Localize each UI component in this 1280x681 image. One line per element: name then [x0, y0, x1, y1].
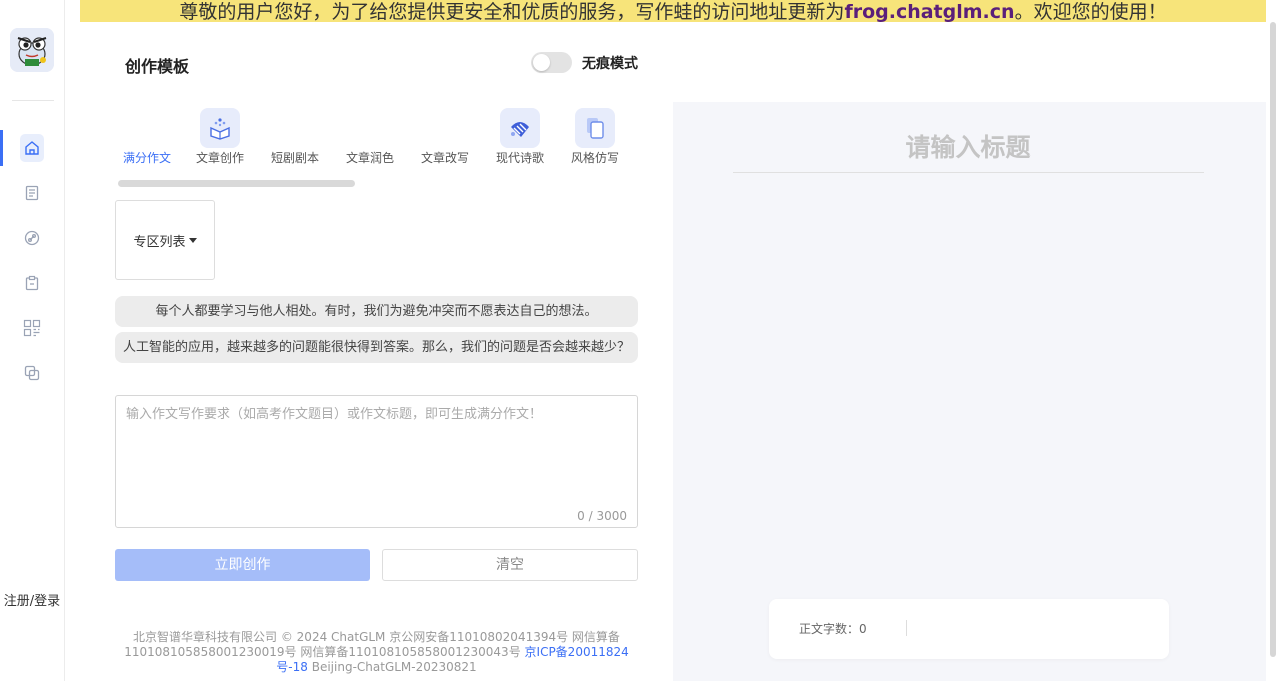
document-title-input[interactable]: 请输入标题 — [733, 128, 1203, 164]
home-icon — [20, 134, 44, 162]
copy-icon — [21, 362, 43, 384]
notice-domain-link[interactable]: frog.chatglm.cn — [844, 1, 1014, 22]
sidebar-item-home[interactable] — [0, 130, 64, 166]
zone-list-dropdown[interactable]: 专区列表 — [115, 200, 215, 280]
tab-label: 文章创作 — [195, 151, 244, 165]
tab-label: 文章润色 — [345, 151, 394, 165]
tab-label: 现代诗歌 — [495, 151, 544, 165]
document-list-icon — [21, 182, 43, 204]
clipboard-icon — [21, 272, 43, 294]
notice-banner: 尊敬的用户您好，为了给您提供更安全和优质的服务，写作蛙的访问地址更新为frog.… — [80, 0, 1266, 22]
footer: 北京智谱华章科技有限公司 © 2024 ChatGLM 京公网安备1101080… — [115, 630, 638, 675]
tabs-scrollbar[interactable] — [118, 180, 355, 187]
char-counter: 0 / 3000 — [577, 509, 627, 523]
suggestion-chip[interactable]: 每个人都要学习与他人相处。有时，我们为避免冲突而不愿表达自己的想法。 — [115, 296, 638, 327]
sidebar-item-links[interactable] — [0, 220, 64, 256]
tab-label: 风格仿写 — [570, 151, 619, 165]
prompt-input[interactable] — [116, 396, 637, 527]
tab-short-drama-script[interactable]: 短剧剧本 — [260, 105, 330, 167]
frog-logo-icon — [10, 28, 54, 72]
grid-apps-icon — [21, 317, 43, 339]
page-scrollbar[interactable] — [1270, 22, 1276, 657]
incognito-toggle-group: 无痕模式 — [531, 52, 638, 73]
copy-pages-icon — [575, 108, 615, 148]
prompt-editor: 0 / 3000 — [115, 395, 638, 528]
word-count-label: 正文字数：0 — [799, 622, 867, 636]
tab-modern-poetry[interactable]: 现代诗歌 — [485, 105, 555, 167]
caret-down-icon — [188, 237, 197, 243]
login-link[interactable]: 注册/登录 — [0, 590, 64, 609]
tab-label: 满分作文 — [122, 151, 171, 165]
page-title: 创作模板 — [125, 57, 190, 76]
stat-divider — [906, 620, 907, 636]
tab-style-imitation[interactable]: 风格仿写 — [560, 105, 630, 167]
sidebar-divider — [12, 100, 54, 101]
incognito-toggle[interactable] — [531, 52, 572, 73]
word-count-card: 正文字数：0 — [769, 599, 1169, 659]
brush-icon — [500, 108, 540, 148]
tab-essay[interactable]: 满分作文 — [112, 105, 182, 167]
tab-label: 短剧剧本 — [270, 151, 319, 165]
clear-button[interactable]: 清空 — [382, 549, 638, 581]
book-sparkle-icon — [200, 108, 240, 148]
document-panel: 请输入标题 正文字数：0 — [673, 102, 1266, 681]
incognito-label: 无痕模式 — [582, 55, 638, 72]
title-divider — [733, 172, 1204, 173]
sidebar-item-documents[interactable] — [0, 175, 64, 211]
template-tabs: 满分作文 文章创作 短剧剧本 文章润色 文章改写 现代诗歌 风格仿写 — [112, 105, 632, 167]
sidebar-item-copy[interactable] — [0, 355, 64, 391]
app-root: 注册/登录 尊敬的用户您好，为了给您提供更安全和优质的服务，写作蛙的访问地址更新… — [0, 0, 1280, 681]
suggestion-chip[interactable]: 人工智能的应用，越来越多的问题能很快得到答案。那么，我们的问题是否会越来越少？ — [115, 332, 638, 363]
sidebar: 注册/登录 — [0, 0, 65, 681]
frog-logo[interactable] — [10, 28, 54, 72]
tab-article-rewrite[interactable]: 文章改写 — [410, 105, 480, 167]
footer-build: Beijing-ChatGLM-20230821 — [311, 660, 477, 674]
link-icon — [21, 227, 43, 249]
create-button[interactable]: 立即创作 — [115, 549, 370, 581]
tab-label: 文章改写 — [420, 151, 469, 165]
sidebar-item-clipboard[interactable] — [0, 265, 64, 301]
notice-suffix: 。欢迎您的使用！ — [1014, 1, 1167, 22]
tab-article-creation[interactable]: 文章创作 — [185, 105, 255, 167]
tab-article-polish[interactable]: 文章润色 — [335, 105, 405, 167]
zone-list-label: 专区列表 — [133, 234, 186, 250]
notice-text: 尊敬的用户您好，为了给您提供更安全和优质的服务，写作蛙的访问地址更新为 — [179, 1, 845, 22]
sidebar-item-apps[interactable] — [0, 310, 64, 346]
